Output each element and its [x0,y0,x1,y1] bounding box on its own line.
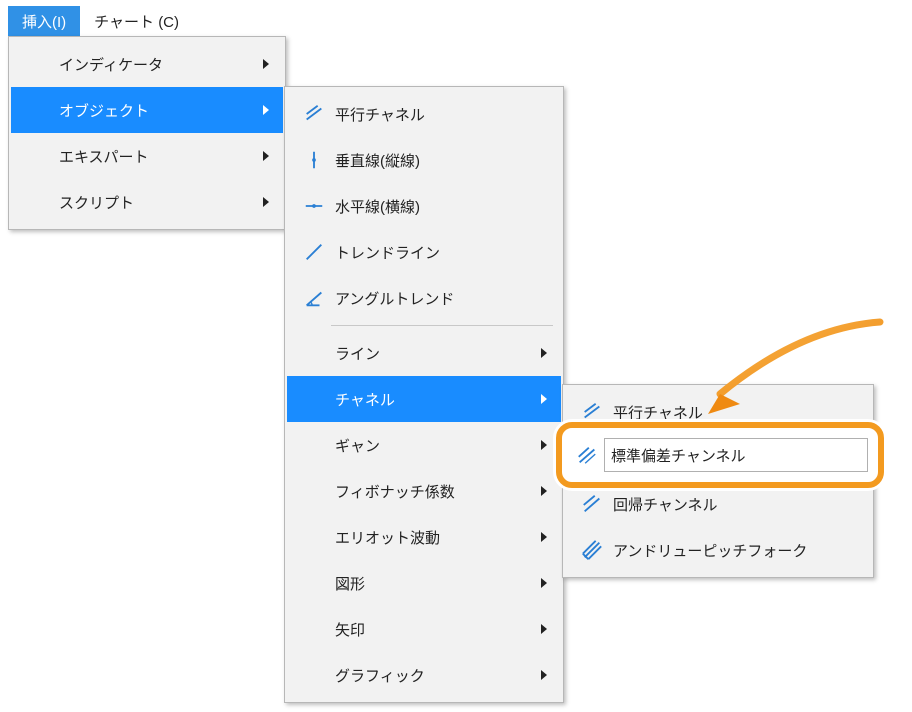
menu-item-indicator[interactable]: インディケータ [11,41,283,87]
menu-item-graphics[interactable]: グラフィック [287,652,561,698]
menu-item-label: フィボナッチ係数 [333,481,535,502]
menu-item-channel[interactable]: チャネル [287,376,561,422]
menu-insert: インディケータ オブジェクト エキスパート スクリプト [8,36,286,230]
menu-item-label: アングルトレンド [333,288,553,309]
menu-item-label: スクリプト [57,192,257,213]
stddev-channel-icon [568,444,606,466]
menu-item-label: ライン [333,343,535,364]
submenu-arrow-icon [257,196,275,208]
menu-item-fibonacci[interactable]: フィボナッチ係数 [287,468,561,514]
submenu-arrow-icon [535,393,553,405]
vertical-line-icon [295,149,333,171]
menu-item-object[interactable]: オブジェクト [11,87,283,133]
parallel-channel-icon [295,103,333,125]
callout-arrow-icon [690,318,890,428]
menu-item-label: エリオット波動 [333,527,535,548]
submenu-arrow-icon [535,623,553,635]
submenu-arrow-icon [535,439,553,451]
menu-item-label: トレンドライン [333,242,553,263]
menu-item-label: 垂直線(縦線) [333,150,553,171]
menubar-item-label: チャート (C) [94,14,179,31]
menu-item-label: インディケータ [57,54,257,75]
menubar-item-insert[interactable]: 挿入(I) [8,6,80,36]
menu-item-label: グラフィック [333,665,535,686]
menu-item-label: 図形 [333,573,535,594]
menu-item-gann[interactable]: ギャン [287,422,561,468]
menubar-item-chart[interactable]: チャート (C) [80,6,193,36]
menu-item-label: 平行チャネル [333,104,553,125]
callout-inner: 標準偏差チャンネル [604,438,868,472]
menubar: 挿入(I) チャート (C) [8,6,193,36]
submenu-arrow-icon [257,150,275,162]
menu-item-script[interactable]: スクリプト [11,179,283,225]
menu-item-angle-trend[interactable]: アングルトレンド [287,275,561,321]
menu-divider [331,325,553,326]
menu-object: 平行チャネル 垂直線(縦線) 水平線(横線) トレンドライン アングルトレンド … [284,86,564,703]
parallel-channel-icon [573,401,611,423]
menu-item-andrews-pitchfork[interactable]: アンドリューピッチフォーク [565,527,871,573]
menu-item-arrows[interactable]: 矢印 [287,606,561,652]
menu-item-trend-line[interactable]: トレンドライン [287,229,561,275]
menu-item-label: 回帰チャンネル [611,494,863,515]
andrews-pitchfork-icon [573,539,611,561]
angle-trend-icon [295,287,333,309]
submenu-arrow-icon [535,347,553,359]
menu-item-shapes[interactable]: 図形 [287,560,561,606]
menu-item-parallel-channel[interactable]: 平行チャネル [287,91,561,137]
callout-label: 標準偏差チャンネル [611,445,746,466]
horizontal-line-icon [295,195,333,217]
submenu-arrow-icon [535,531,553,543]
menu-item-label: ギャン [333,435,535,456]
menu-item-label: アンドリューピッチフォーク [611,540,863,561]
submenu-arrow-icon [535,577,553,589]
callout-highlight: 標準偏差チャンネル [556,422,884,488]
menubar-item-label: 挿入(I) [22,14,66,31]
menu-item-label: 水平線(横線) [333,196,553,217]
menu-item-elliott[interactable]: エリオット波動 [287,514,561,560]
menu-item-label: エキスパート [57,146,257,167]
menu-item-expert[interactable]: エキスパート [11,133,283,179]
menu-item-label: 矢印 [333,619,535,640]
submenu-arrow-icon [257,104,275,116]
menu-item-horizontal-line[interactable]: 水平線(横線) [287,183,561,229]
submenu-arrow-icon [257,58,275,70]
menu-item-vertical-line[interactable]: 垂直線(縦線) [287,137,561,183]
menu-item-line[interactable]: ライン [287,330,561,376]
submenu-arrow-icon [535,485,553,497]
trend-line-icon [295,241,333,263]
submenu-arrow-icon [535,669,553,681]
menu-item-label: オブジェクト [57,100,257,121]
regression-channel-icon [573,493,611,515]
menu-item-label: チャネル [333,389,535,410]
